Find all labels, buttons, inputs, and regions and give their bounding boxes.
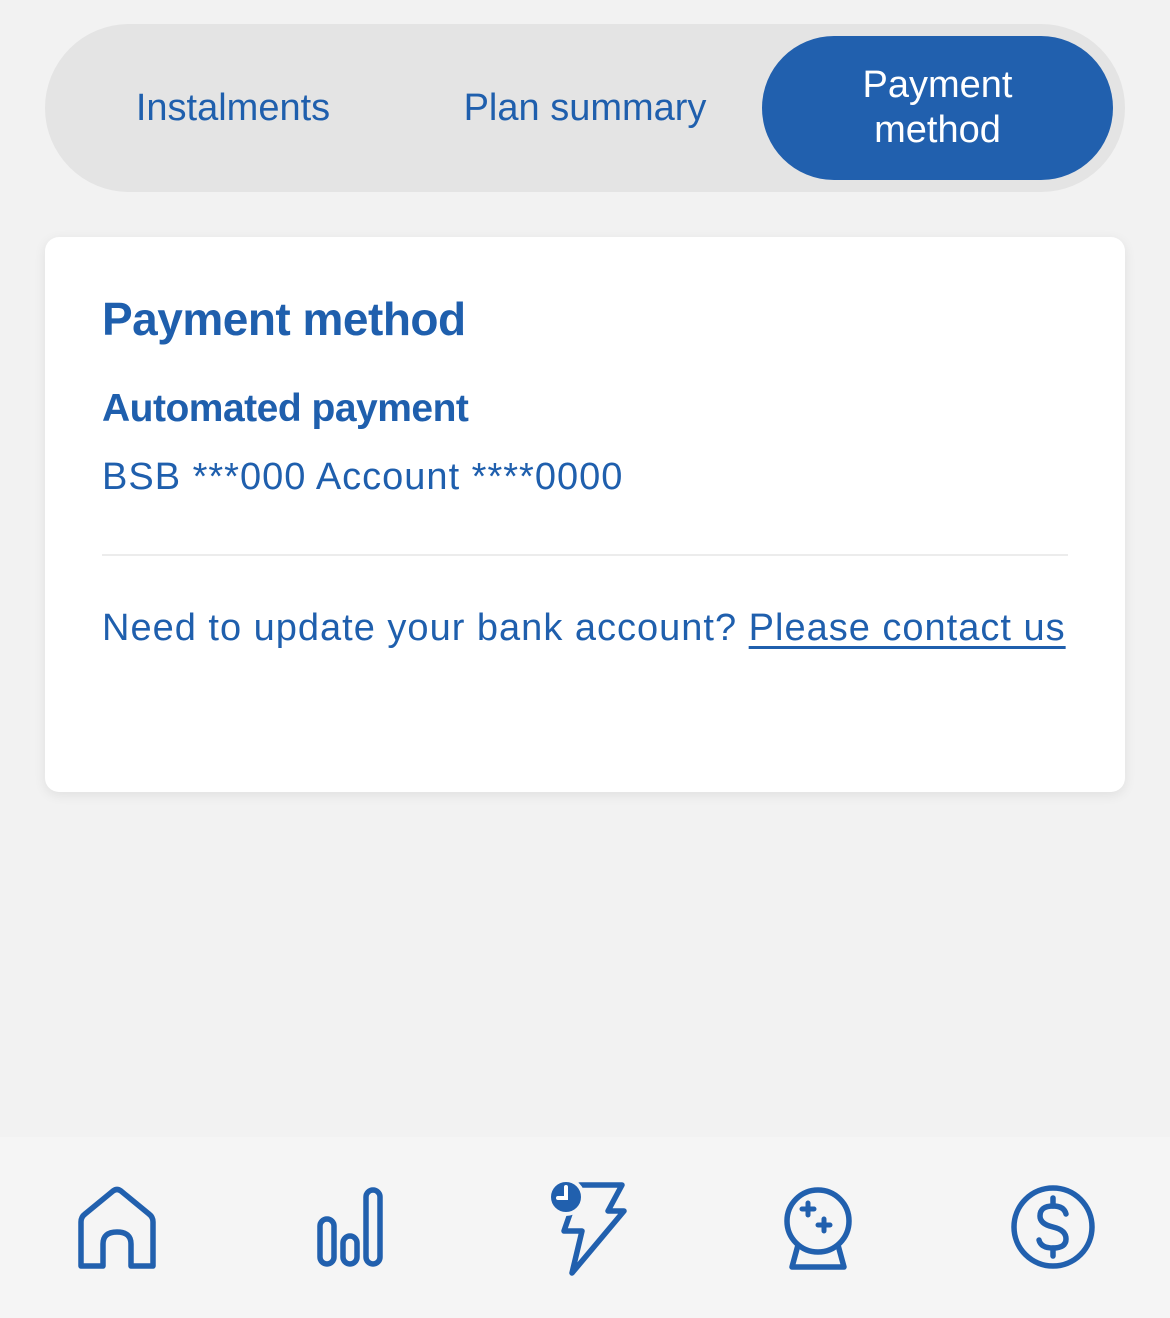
bar-chart-icon [317,1187,383,1267]
tab-payment-method[interactable]: Payment method [762,36,1113,180]
tab-instalments[interactable]: Instalments [85,36,381,180]
divider [102,554,1068,556]
nav-rewards[interactable] [768,1177,868,1277]
nav-home[interactable] [67,1177,167,1277]
home-icon [78,1186,156,1269]
page: Instalments Plan summary Payment method … [0,0,1170,1318]
nav-pay-now[interactable] [535,1177,635,1277]
account-details: BSB ***000 Account ****0000 [102,456,624,498]
update-bank-account-prompt: Need to update your bank account? Please… [102,601,1068,656]
crystal-ball-icon [784,1187,852,1270]
bottom-navigation [0,1137,1170,1318]
payment-method-type: Automated payment [102,387,469,430]
nav-activity[interactable] [300,1177,400,1277]
contact-us-link[interactable]: Please contact us [749,607,1066,649]
card-title: Payment method [102,293,466,345]
dollar-circle-icon [1011,1185,1095,1269]
nav-payments[interactable] [1003,1177,1103,1277]
segmented-tabs: Instalments Plan summary Payment method [45,24,1125,192]
lightning-clock-icon [547,1178,627,1276]
update-prompt-text: Need to update your bank account? [102,607,749,649]
tab-plan-summary[interactable]: Plan summary [425,36,745,180]
payment-method-card: Payment method Automated payment BSB ***… [45,237,1125,792]
